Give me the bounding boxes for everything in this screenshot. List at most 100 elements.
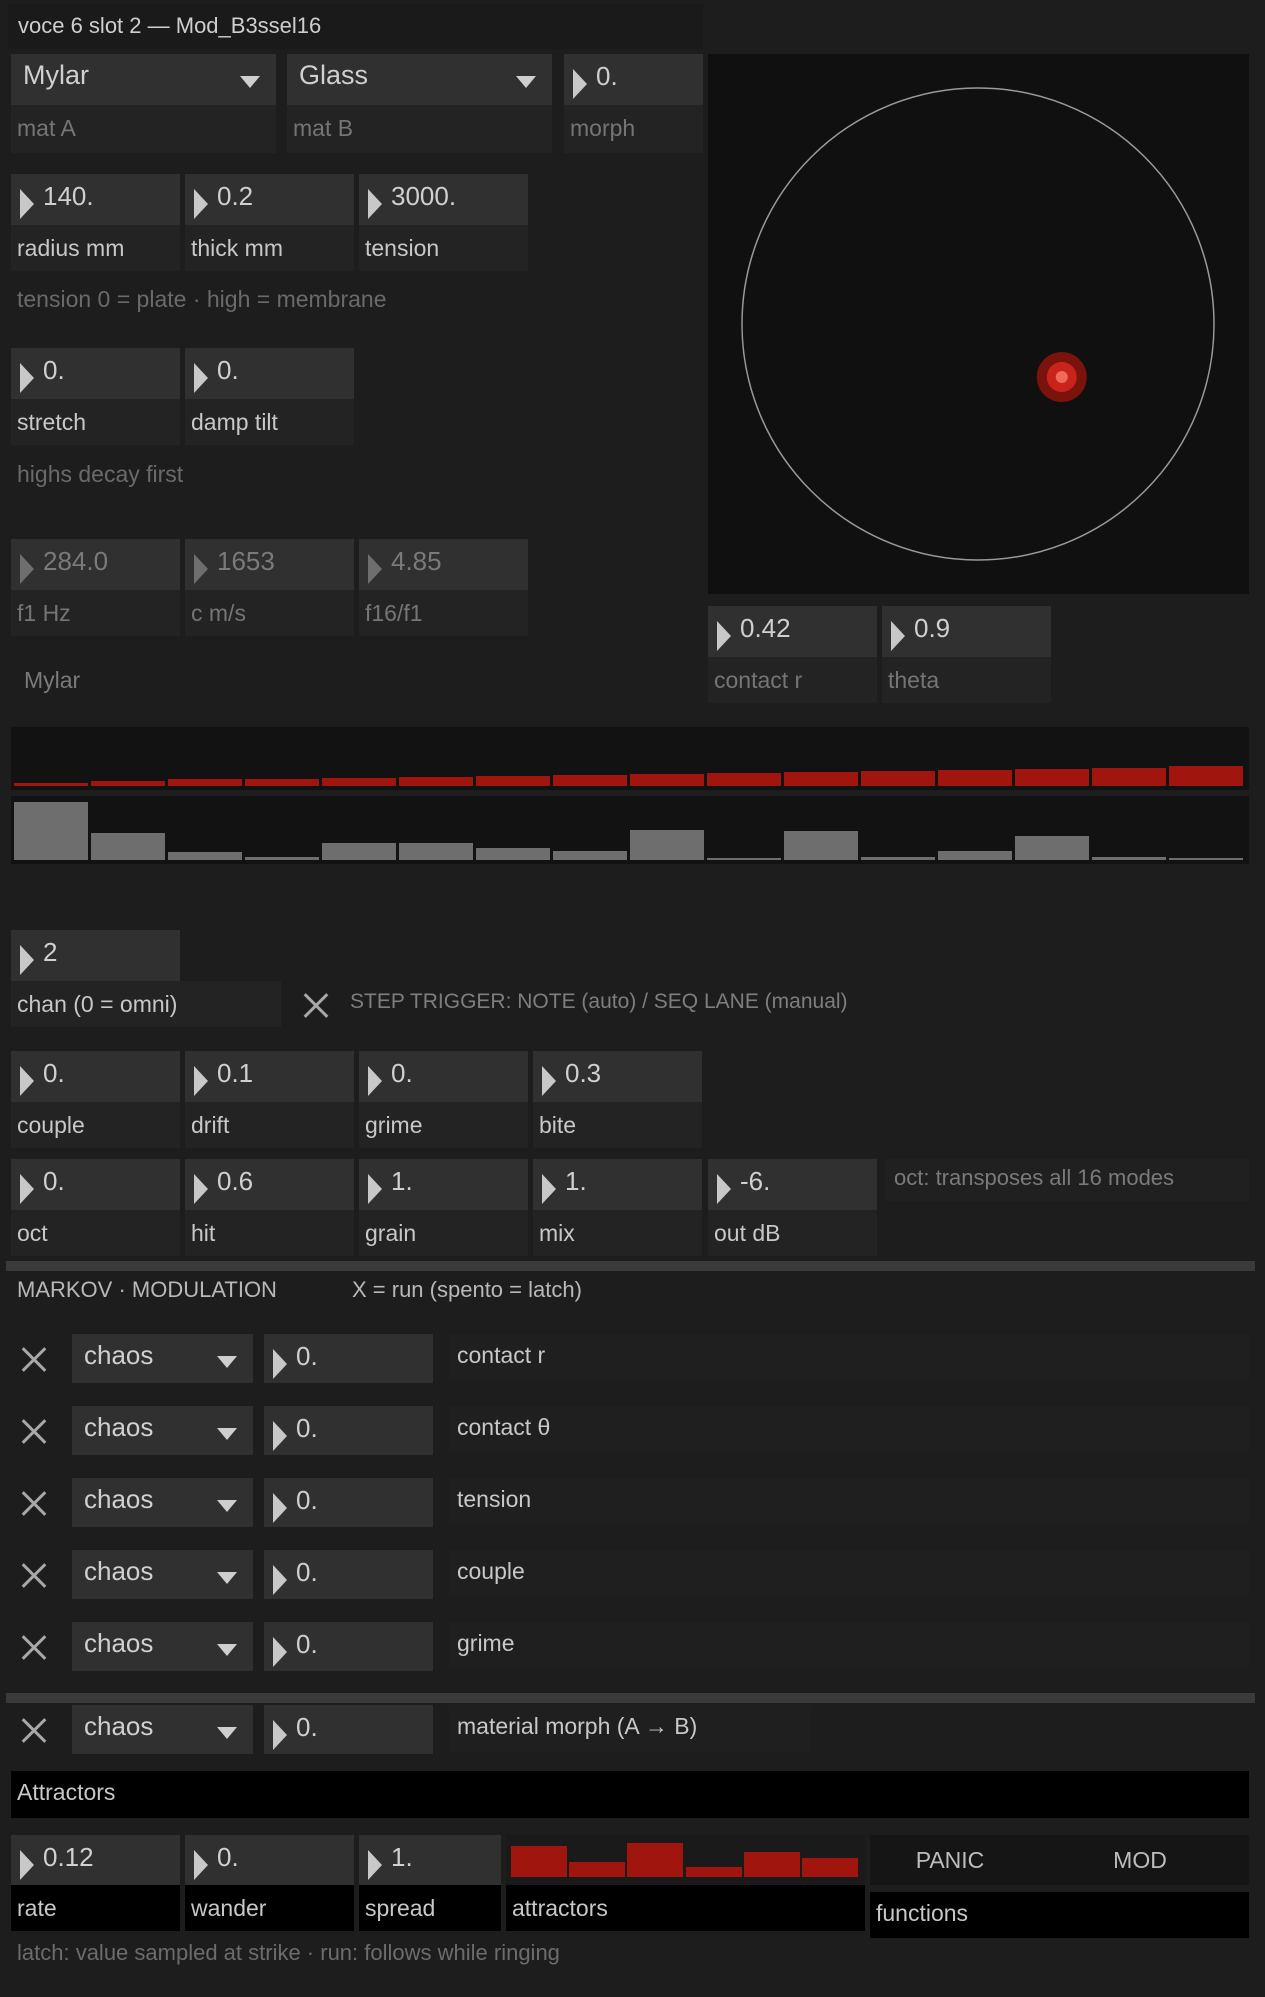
morph-value: 0. <box>596 61 618 91</box>
mode-amplitude-bar <box>784 831 858 860</box>
markov-target-label: couple <box>449 1550 1249 1597</box>
functions-menu[interactable]: functions <box>870 1892 1249 1938</box>
mode-amplitude-bar <box>553 851 627 860</box>
markov-mode-menu[interactable]: chaos <box>72 1406 253 1455</box>
stretch-value: 0. <box>43 355 65 385</box>
mat-b-value: Glass <box>299 60 369 90</box>
mode-amplitude-bar <box>168 851 242 860</box>
markov-mode-menu[interactable]: chaos <box>72 1478 253 1527</box>
grime-value: 0. <box>391 1058 413 1088</box>
triangle-icon <box>194 1850 208 1880</box>
wander-value: 0. <box>217 1842 239 1872</box>
markov-target-label: grime <box>449 1622 1249 1669</box>
markov-amount-number[interactable]: 0. <box>264 1406 433 1455</box>
step-trigger-label: STEP TRIGGER: NOTE (auto) / SEQ LANE (ma… <box>350 990 848 1013</box>
mode-amplitude-bar <box>91 832 165 860</box>
morph-amount-number[interactable]: 0. <box>264 1705 433 1754</box>
rate-number[interactable]: 0.12 <box>11 1835 180 1885</box>
thick-number[interactable]: 0.2 <box>185 174 354 225</box>
mode-decay-bar <box>14 782 88 786</box>
step-trigger-toggle[interactable] <box>298 988 334 1024</box>
oct-number[interactable]: 0. <box>11 1159 180 1210</box>
mode-decay-bar <box>630 774 704 786</box>
rate-label: rate <box>11 1885 180 1931</box>
morph-target-label: material morph (A → B) <box>449 1705 811 1752</box>
f1-readout: 284.0 <box>11 539 180 590</box>
grime-label: grime <box>359 1102 528 1148</box>
markov-run-toggle[interactable] <box>16 1342 52 1378</box>
triangle-icon <box>20 189 34 219</box>
radius-label: radius mm <box>11 225 180 271</box>
theta-number[interactable]: 0.9 <box>882 606 1051 657</box>
panic-button[interactable]: PANIC <box>870 1847 1030 1874</box>
tension-hint: tension 0 = plate · high = membrane <box>17 286 387 312</box>
mode-decay-bar <box>553 775 627 786</box>
bite-number[interactable]: 0.3 <box>533 1051 702 1102</box>
mode-decay-bar <box>938 769 1012 786</box>
mat-b-menu[interactable]: Glass <box>287 54 552 105</box>
grain-number[interactable]: 1. <box>359 1159 528 1210</box>
markov-amount-value: 0. <box>296 1485 318 1515</box>
markov-amount-number[interactable]: 0. <box>264 1622 433 1671</box>
markov-run-toggle[interactable] <box>16 1486 52 1522</box>
mode-amplitude-bar <box>1015 835 1089 860</box>
markov-run-toggle[interactable] <box>16 1558 52 1594</box>
spread-number[interactable]: 1. <box>359 1835 501 1885</box>
damp-tilt-number[interactable]: 0. <box>185 348 354 399</box>
theta-value: 0.9 <box>914 613 951 643</box>
triangle-icon <box>368 1850 382 1880</box>
markov-target-label: tension <box>449 1478 1249 1525</box>
out-db-number[interactable]: -6. <box>708 1159 877 1210</box>
tension-number[interactable]: 3000. <box>359 174 528 225</box>
markov-mode-menu[interactable]: chaos <box>72 1334 253 1383</box>
markov-amount-number[interactable]: 0. <box>264 1478 433 1527</box>
markov-amount-number[interactable]: 0. <box>264 1550 433 1599</box>
triangle-icon <box>194 189 208 219</box>
damp-tilt-label: damp tilt <box>185 399 354 445</box>
mix-label: mix <box>533 1210 702 1256</box>
drift-number[interactable]: 0.1 <box>185 1051 354 1102</box>
triangle-icon <box>194 1066 208 1096</box>
mode-decay-bar <box>168 779 242 786</box>
markov-mode-menu[interactable]: chaos <box>72 1550 253 1599</box>
couple-number[interactable]: 0. <box>11 1051 180 1102</box>
radius-number[interactable]: 140. <box>11 174 180 225</box>
mode-amplitude-bar <box>322 842 396 860</box>
markov-mode-menu[interactable]: chaos <box>72 1622 253 1671</box>
attractor-bar <box>627 1843 684 1877</box>
morph-run-toggle[interactable] <box>16 1713 52 1749</box>
contact-pad[interactable] <box>708 54 1249 594</box>
contact-point-icon[interactable] <box>1055 371 1068 383</box>
hit-number[interactable]: 0.6 <box>185 1159 354 1210</box>
grime-number[interactable]: 0. <box>359 1051 528 1102</box>
chan-number[interactable]: 2 <box>11 930 180 981</box>
c-value: 1653 <box>217 546 275 576</box>
contact-r-number[interactable]: 0.42 <box>708 606 877 657</box>
triangle-icon <box>194 1174 208 1204</box>
markov-run-toggle[interactable] <box>16 1630 52 1666</box>
oct-value: 0. <box>43 1166 65 1196</box>
morph-mode-menu[interactable]: chaos <box>72 1705 253 1754</box>
mix-number[interactable]: 1. <box>533 1159 702 1210</box>
triangle-icon <box>573 69 587 99</box>
mix-value: 1. <box>565 1166 587 1196</box>
chevron-down-icon <box>516 76 536 88</box>
triangle-icon <box>368 1066 382 1096</box>
mode-amplitude-bar <box>14 802 88 860</box>
mode-amplitude-bar <box>245 857 319 860</box>
chevron-down-icon <box>240 76 260 88</box>
morph-number[interactable]: 0. <box>564 54 703 105</box>
mat-a-menu[interactable]: Mylar <box>11 54 276 105</box>
mode-decay-bar <box>861 770 935 786</box>
markov-amount-number[interactable]: 0. <box>264 1334 433 1383</box>
markov-mode-value: chaos <box>84 1628 154 1658</box>
couple-label: couple <box>11 1102 180 1148</box>
stretch-number[interactable]: 0. <box>11 348 180 399</box>
markov-run-toggle[interactable] <box>16 1414 52 1450</box>
mod-button[interactable]: MOD <box>1060 1847 1220 1874</box>
attractors-title: Attractors <box>11 1771 1249 1818</box>
ratio-readout: 4.85 <box>359 539 528 590</box>
attractor-bar <box>801 1858 858 1877</box>
chevron-down-icon <box>217 1356 237 1368</box>
wander-number[interactable]: 0. <box>185 1835 354 1885</box>
